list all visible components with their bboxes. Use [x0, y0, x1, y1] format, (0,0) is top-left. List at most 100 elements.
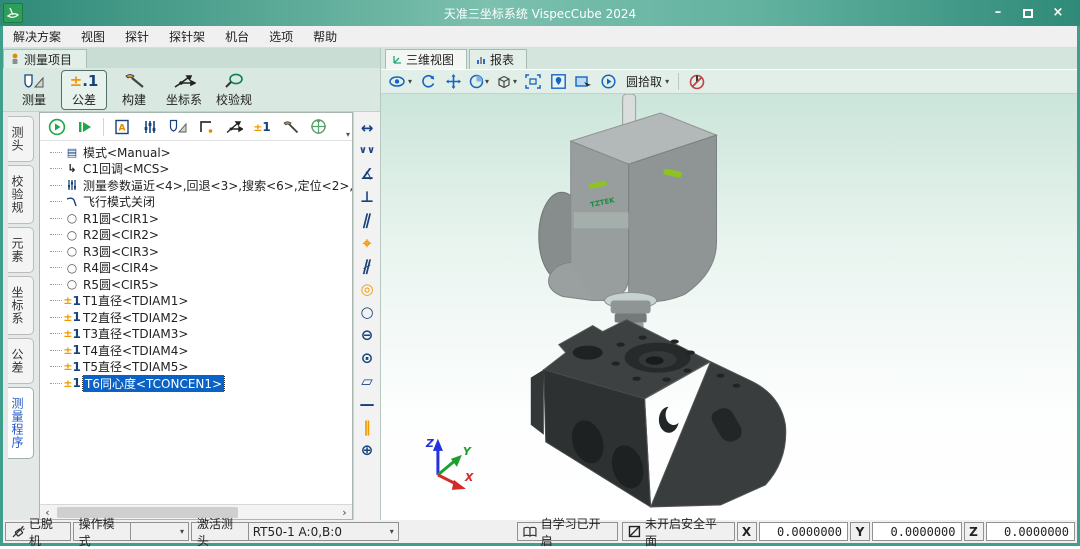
- tree-item-tdiam4[interactable]: ±1T4直径<TDIAM4>: [46, 342, 352, 359]
- tab-measure-project[interactable]: 测量项目: [3, 49, 87, 68]
- safety-plane-status[interactable]: 未开启安全平面: [622, 522, 734, 541]
- gdt-total-runout-icon[interactable]: ⊕: [356, 440, 378, 459]
- gdt-perpendicularity-icon[interactable]: ⊥: [356, 187, 378, 206]
- ribbon-coordsys-button[interactable]: 坐标系: [161, 70, 207, 110]
- side-tab-probe[interactable]: 测头: [8, 116, 34, 162]
- gdt-distance-icon[interactable]: ↔: [356, 118, 378, 137]
- tolerance-item-icon: ±1: [64, 360, 80, 374]
- tab-report[interactable]: 报表: [469, 49, 527, 69]
- side-tab-elements[interactable]: 元素: [8, 227, 34, 273]
- minimize-button[interactable]: –: [990, 5, 1006, 22]
- gdt-concentricity-icon[interactable]: ◎: [356, 279, 378, 298]
- self-learn-status[interactable]: 自学习已开启: [517, 522, 618, 541]
- render-icon: [469, 74, 484, 89]
- coord-y-value: 0.0000000: [872, 522, 962, 541]
- ribbon-construct-button[interactable]: 构建: [111, 70, 157, 110]
- svg-text:A: A: [119, 123, 126, 133]
- rotate-view-button[interactable]: [417, 71, 439, 92]
- auto-label-button[interactable]: A: [109, 115, 135, 139]
- stop-button[interactable]: [686, 71, 708, 92]
- construct-small-button[interactable]: [277, 115, 303, 139]
- tree-item-tdiam3[interactable]: ±1T3直径<TDIAM3>: [46, 326, 352, 343]
- viewport-3d[interactable]: TZTEK: [381, 94, 1077, 520]
- locate-button[interactable]: [547, 71, 569, 92]
- tab-3d-view[interactable]: 三维视图: [385, 49, 467, 69]
- side-tab-tolerance[interactable]: 公差: [8, 338, 34, 384]
- tree-item-cir4[interactable]: ○R4圆<CIR4>: [46, 260, 352, 277]
- side-tab-coordsys[interactable]: 坐标系: [8, 276, 34, 335]
- view-tab-strip: 三维视图 报表: [381, 48, 1077, 69]
- play-measure-button[interactable]: [597, 71, 619, 92]
- gdt-roundness-icon[interactable]: ○: [356, 302, 378, 321]
- menu-view[interactable]: 视图: [71, 26, 115, 47]
- toolbar-separator: [678, 73, 679, 90]
- gdt-runout-icon[interactable]: ⊙: [356, 348, 378, 367]
- tree-item-cir1[interactable]: ○R1圆<CIR1>: [46, 210, 352, 227]
- toolbar-overflow-button[interactable]: ▾: [346, 130, 350, 139]
- gdt-angle-icon[interactable]: ∡: [356, 164, 378, 183]
- tree-item-cir3[interactable]: ○R3圆<CIR3>: [46, 243, 352, 260]
- compass-button[interactable]: [305, 115, 331, 139]
- gdt-angle-between-icon[interactable]: ∨∨: [356, 141, 378, 160]
- tree-item-cir2[interactable]: ○R2圆<CIR2>: [46, 227, 352, 244]
- status-bar: 已脱机 操作模式 ▾ 激活测头 RT50-1 A:0,B:0 ▾ 自学习已开启 …: [3, 520, 1077, 543]
- parameters-button[interactable]: [137, 115, 163, 139]
- gdt-parallelism-icon[interactable]: ∥: [354, 210, 381, 229]
- restore-button[interactable]: [1020, 5, 1036, 22]
- tree-item-flymode[interactable]: 飞行模式关闭: [46, 194, 352, 211]
- workpiece: [531, 320, 786, 507]
- edge-point-button[interactable]: [193, 115, 219, 139]
- magnifier-icon: [223, 72, 245, 90]
- tolerance-small-button[interactable]: ±1: [249, 115, 275, 139]
- menu-solution[interactable]: 解决方案: [3, 26, 71, 47]
- pan-view-button[interactable]: [442, 71, 464, 92]
- scroll-right-arrow[interactable]: ›: [337, 506, 352, 519]
- render-mode-button[interactable]: ▾: [467, 71, 491, 92]
- measure-icon: [23, 72, 45, 90]
- gdt-cylindricity-icon[interactable]: ⊖: [356, 325, 378, 344]
- side-tab-program[interactable]: 测量程序: [8, 387, 34, 459]
- coordsys-small-button[interactable]: [221, 115, 247, 139]
- measure-element-button[interactable]: [165, 115, 191, 139]
- tree-item-tdiam5[interactable]: ±1T5直径<TDIAM5>: [46, 359, 352, 376]
- gdt-position-icon[interactable]: ⌖: [356, 233, 378, 252]
- ribbon-coordsys-label: 坐标系: [166, 91, 202, 108]
- gdt-symmetry-icon[interactable]: ‖: [356, 417, 378, 436]
- operation-mode-select[interactable]: ▾: [130, 523, 188, 540]
- menu-bar: 解决方案 视图 探针 探针架 机台 选项 帮助: [3, 26, 1077, 48]
- tree-item-tdiam2[interactable]: ±1T2直径<TDIAM2>: [46, 309, 352, 326]
- close-button[interactable]: ×: [1050, 5, 1066, 22]
- menu-probe[interactable]: 探针: [115, 26, 159, 47]
- app-icon[interactable]: [3, 3, 23, 23]
- edge-point-icon: [199, 119, 214, 134]
- title-bar: 天准三坐标系统 VispecCube 2024 – ×: [0, 0, 1080, 26]
- menu-help[interactable]: 帮助: [303, 26, 347, 47]
- offline-status: 已脱机: [5, 522, 71, 541]
- ribbon-tolerance-button[interactable]: ±.1 公差: [61, 70, 107, 110]
- window-select-button[interactable]: [572, 71, 594, 92]
- tree-item-tdiam1[interactable]: ±1T1直径<TDIAM1>: [46, 293, 352, 310]
- ribbon-gauge-button[interactable]: 校验规: [211, 70, 257, 110]
- tree-item-tconcen1-selected[interactable]: ±1T6同心度<TCONCEN1>: [46, 375, 352, 392]
- circle-pick-button[interactable]: 圆拾取 ▾: [622, 71, 671, 92]
- step-run-button[interactable]: [72, 115, 98, 139]
- zoom-fit-button[interactable]: [522, 71, 544, 92]
- tree-item-recall[interactable]: ↳C1回调<MCS>: [46, 161, 352, 178]
- tree-item-parameters[interactable]: 测量参数逼近<4>,回退<3>,搜索<6>,定位<2>,定位加<2>,测: [46, 177, 352, 194]
- tree-item-mode[interactable]: ▤模式<Manual>: [46, 144, 352, 161]
- menu-probe-rack[interactable]: 探针架: [159, 26, 215, 47]
- run-program-button[interactable]: [44, 115, 70, 139]
- gdt-straightness-icon[interactable]: —: [356, 394, 378, 413]
- ribbon-measure-button[interactable]: 测量: [11, 70, 57, 110]
- menu-machine[interactable]: 机台: [215, 26, 259, 47]
- gdt-flatness-icon[interactable]: ▱: [356, 371, 378, 390]
- view-cube-button[interactable]: ▾: [494, 71, 519, 92]
- run-icon: [48, 118, 66, 136]
- side-tab-gauge[interactable]: 校验规: [8, 165, 34, 224]
- gdt-angularity-icon[interactable]: ∦: [354, 256, 381, 275]
- view-direction-button[interactable]: ▾: [387, 71, 414, 92]
- tree-item-cir5[interactable]: ○R5圆<CIR5>: [46, 276, 352, 293]
- scene-3d: TZTEK: [381, 94, 1077, 520]
- menu-options[interactable]: 选项: [259, 26, 303, 47]
- active-probe-select[interactable]: RT50-1 A:0,B:0 ▾: [248, 523, 398, 540]
